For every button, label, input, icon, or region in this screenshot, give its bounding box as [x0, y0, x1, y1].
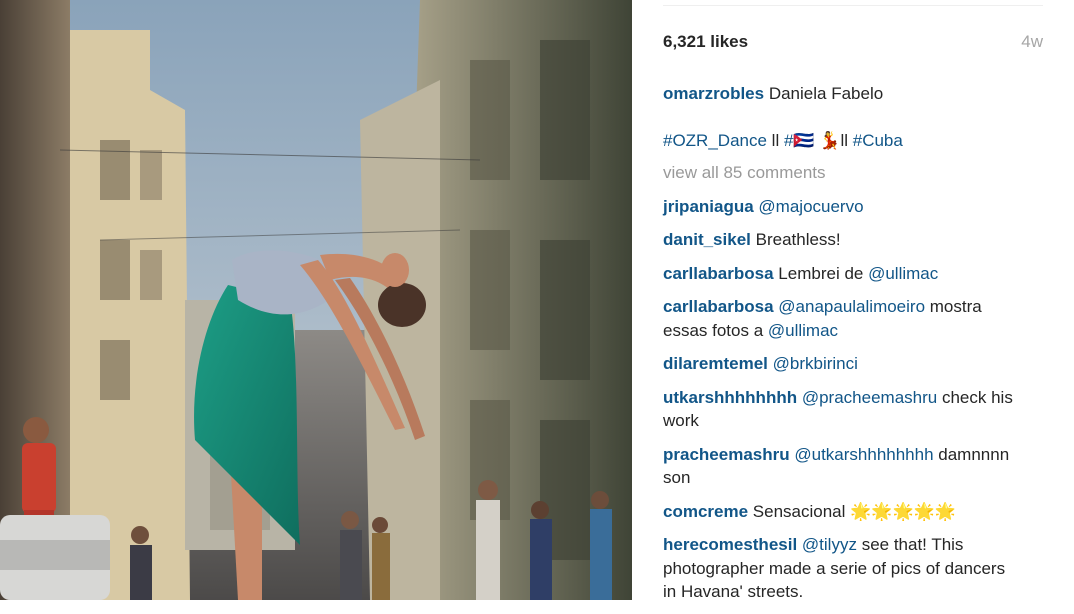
comment-item: utkarshhhhhhhh @pracheemashru check his … [663, 386, 1023, 433]
post-caption: omarzrobles Daniela Fabelo [663, 82, 1023, 106]
comment-mention[interactable]: @ullimac [768, 321, 838, 340]
comment-username[interactable]: dilaremtemel [663, 354, 768, 373]
caption-hashtags: #OZR_Dance ll #🇨🇺 💃ll #Cuba [663, 129, 1023, 153]
comment-username[interactable]: carllabarbosa [663, 297, 774, 316]
comment-list: jripaniagua @majocuervo danit_sikel Breat… [663, 195, 1023, 604]
comments-feed: omarzrobles Daniela Fabelo #OZR_Dance ll… [663, 82, 1023, 614]
comment-text: Lembrei de [778, 263, 869, 283]
comment-username[interactable]: jripaniagua [663, 197, 754, 216]
comment-username[interactable]: herecomesthesil [663, 535, 797, 554]
comment-username[interactable]: pracheemashru [663, 445, 790, 464]
caption-text: Daniela Fabelo [768, 84, 884, 103]
comment-item: pracheemashru @utkarshhhhhhhh damnnnn so… [663, 443, 1023, 490]
comment-item: dilaremtemel @brkbirinci [663, 352, 1023, 376]
comment-item: carllabarbosa @anapaulalimoeiro mostra e… [663, 295, 1023, 342]
comment-mention[interactable]: @majocuervo [758, 197, 863, 216]
hashtag-cuba-flag[interactable]: #🇨🇺 [784, 131, 815, 150]
comment-mention[interactable]: @tilyyz [802, 535, 857, 554]
comment-text: Sensacional 🌟🌟🌟🌟🌟 [752, 501, 956, 521]
comment-item: carllabarbosa Lembrei de @ullimac [663, 262, 1023, 286]
comment-mention[interactable]: @pracheemashru [802, 388, 937, 407]
hashtag-separator: ll [766, 130, 784, 150]
hashtag-cuba[interactable]: #Cuba [853, 131, 903, 150]
comment-item: herecomesthesil @tilyyz see that! This p… [663, 533, 1023, 604]
post-photo[interactable] [0, 0, 632, 600]
comment-mention[interactable]: @brkbirinci [773, 354, 858, 373]
comment-username[interactable]: danit_sikel [663, 230, 751, 249]
header-divider [663, 5, 1043, 6]
post-timestamp[interactable]: 4w [1021, 32, 1043, 52]
comment-username[interactable]: carllabarbosa [663, 264, 774, 283]
comment-username[interactable]: comcreme [663, 502, 748, 521]
hashtag-separator: ll [840, 130, 853, 150]
comment-item: jripaniagua @majocuervo [663, 195, 1023, 219]
likes-count[interactable]: 6,321 likes [663, 32, 748, 52]
comment-item: danit_sikel Breathless! [663, 228, 1023, 252]
post-meta-row: 6,321 likes 4w [663, 32, 1043, 54]
dancer-street-photo [0, 0, 632, 600]
author-username[interactable]: omarzrobles [663, 84, 764, 103]
comment-mention[interactable]: @utkarshhhhhhhh [794, 445, 933, 464]
hashtag-ozr-dance[interactable]: #OZR_Dance [663, 131, 767, 150]
comment-text: Breathless! [755, 230, 841, 249]
post-side-panel: 6,321 likes 4w omarzrobles Daniela Fabel… [632, 0, 1074, 601]
comment-item: comcreme Sensacional 🌟🌟🌟🌟🌟 [663, 500, 1023, 524]
comment-username[interactable]: utkarshhhhhhhh [663, 388, 797, 407]
dancer-emoji: 💃 [814, 130, 841, 150]
comment-mention[interactable]: @anapaulalimoeiro [778, 297, 925, 316]
view-all-comments-link[interactable]: view all 85 comments [663, 161, 1023, 185]
comment-mention[interactable]: @ullimac [868, 264, 938, 283]
